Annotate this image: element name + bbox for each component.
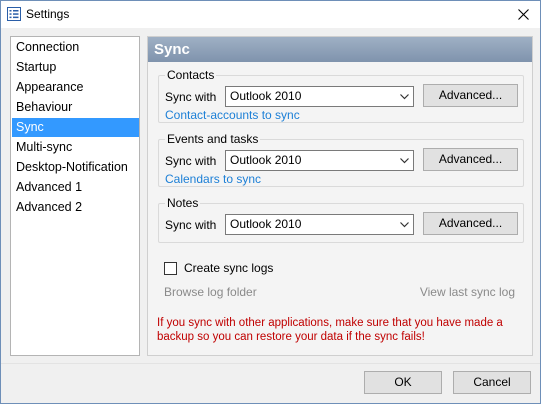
browse-log-folder-link[interactable]: Browse log folder xyxy=(164,285,257,299)
nav-item-connection[interactable]: Connection xyxy=(12,38,139,57)
notes-sync-app-select[interactable]: Outlook 2010 xyxy=(225,214,414,235)
contacts-advanced-button[interactable]: Advanced... xyxy=(423,84,518,107)
close-button[interactable] xyxy=(506,1,540,28)
dialog-footer: OK Cancel xyxy=(1,363,540,403)
warning-line-1: If you sync with other applications, mak… xyxy=(157,317,503,329)
nav-item-desktop-notification[interactable]: Desktop-Notification xyxy=(12,158,139,177)
panel-title: Sync xyxy=(148,37,532,62)
events-sync-app-select[interactable]: Outlook 2010 xyxy=(225,150,414,171)
nav-item-advanced-1[interactable]: Advanced 1 xyxy=(12,178,139,197)
chevron-down-icon xyxy=(400,94,409,100)
settings-window: Settings Connection Startup Appearance B… xyxy=(0,0,541,404)
contacts-group-label: Contacts xyxy=(165,68,217,82)
ok-button[interactable]: OK xyxy=(364,371,442,394)
calendars-link[interactable]: Calendars to sync xyxy=(165,172,261,186)
window-title: Settings xyxy=(26,7,70,21)
events-sync-app-value: Outlook 2010 xyxy=(230,153,302,167)
title-bar: Settings xyxy=(1,1,540,28)
warning-line-2: backup so you can restore your data if t… xyxy=(157,331,425,343)
chevron-down-icon xyxy=(400,158,409,164)
contacts-sync-app-value: Outlook 2010 xyxy=(230,89,302,103)
contacts-sync-with-label: Sync with xyxy=(165,90,217,104)
create-sync-logs-checkbox[interactable] xyxy=(164,262,177,275)
sync-settings-panel: Sync Contacts Sync with Outlook 2010 Adv… xyxy=(147,36,533,356)
nav-item-behaviour[interactable]: Behaviour xyxy=(12,98,139,117)
events-tasks-group: Events and tasks Sync with Outlook 2010 … xyxy=(158,132,524,187)
settings-category-list: Connection Startup Appearance Behaviour … xyxy=(10,36,140,356)
view-last-sync-log-link[interactable]: View last sync log xyxy=(420,285,515,299)
events-sync-with-label: Sync with xyxy=(165,154,217,168)
notes-advanced-button[interactable]: Advanced... xyxy=(423,212,518,235)
nav-item-advanced-2[interactable]: Advanced 2 xyxy=(12,198,139,217)
notes-sync-with-label: Sync with xyxy=(165,218,217,232)
events-advanced-button[interactable]: Advanced... xyxy=(423,148,518,171)
cancel-button[interactable]: Cancel xyxy=(453,371,531,394)
backup-warning-text: If you sync with other applications, mak… xyxy=(157,316,527,344)
notes-group-label: Notes xyxy=(165,196,201,210)
nav-item-appearance[interactable]: Appearance xyxy=(12,78,139,97)
nav-item-startup[interactable]: Startup xyxy=(12,58,139,77)
notes-sync-app-value: Outlook 2010 xyxy=(230,217,302,231)
chevron-down-icon xyxy=(400,222,409,228)
settings-app-icon xyxy=(7,7,21,21)
notes-group: Notes Sync with Outlook 2010 Advanced... xyxy=(158,196,524,243)
nav-item-multi-sync[interactable]: Multi-sync xyxy=(12,138,139,157)
contacts-sync-app-select[interactable]: Outlook 2010 xyxy=(225,86,414,107)
events-tasks-group-label: Events and tasks xyxy=(165,132,261,146)
create-sync-logs-label[interactable]: Create sync logs xyxy=(184,261,273,275)
contacts-group: Contacts Sync with Outlook 2010 Advanced… xyxy=(158,68,524,123)
contact-accounts-link[interactable]: Contact-accounts to sync xyxy=(165,108,300,122)
nav-item-sync[interactable]: Sync xyxy=(12,118,139,137)
close-icon xyxy=(517,9,529,20)
